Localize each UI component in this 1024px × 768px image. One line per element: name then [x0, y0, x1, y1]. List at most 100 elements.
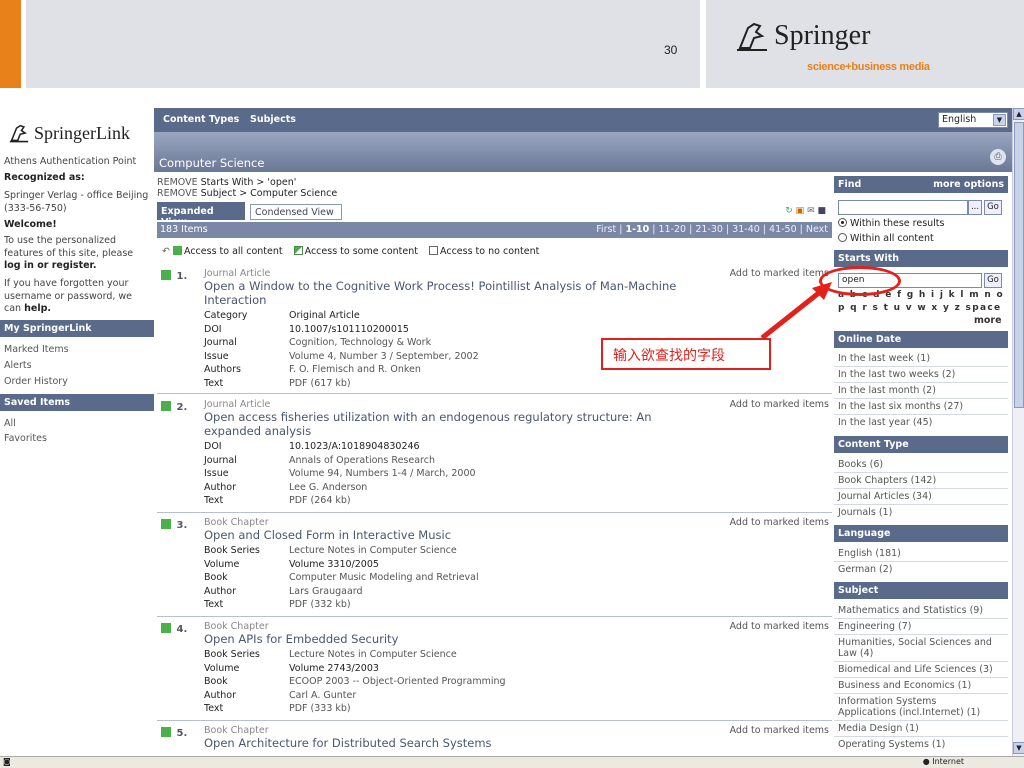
result-item-1: 1. Journal Article Open a Window to the …: [157, 268, 832, 394]
online-date-header: Online Date: [834, 331, 1008, 348]
language-filter-link[interactable]: English (181): [838, 548, 901, 559]
date-filter-link[interactable]: In the last six months (27): [838, 401, 963, 412]
result-type: Book Chapter: [204, 517, 269, 528]
authors-link[interactable]: Carl A. Gunter: [289, 690, 356, 701]
alerts-link[interactable]: Alerts: [4, 360, 32, 371]
chevron-down-icon[interactable]: ▼: [993, 114, 1006, 126]
springerlink-horse-icon: [9, 124, 29, 143]
issue-link[interactable]: Volume 94, Numbers 1-4 / March, 2000: [289, 468, 476, 479]
tab-expanded-view[interactable]: Expanded View: [157, 202, 245, 228]
nav-content-types[interactable]: Content Types: [163, 114, 239, 125]
header-panel-left: [26, 0, 700, 88]
date-filter-link[interactable]: In the last two weeks (2): [838, 369, 955, 380]
add-to-marked-link[interactable]: Add to marked items: [730, 621, 829, 632]
subject-filter-link[interactable]: Biomedical and Life Sciences (3): [838, 664, 993, 675]
saved-all-link[interactable]: All: [4, 418, 16, 429]
pdf-link[interactable]: PDF (332 kb): [289, 599, 351, 610]
subject-filter-link[interactable]: Operating Systems (1): [838, 739, 945, 750]
book-link[interactable]: ECOOP 2003 -- Object-Oriented Programmin…: [289, 676, 506, 687]
subject-filter-link[interactable]: Information Systems: [838, 696, 936, 707]
vertical-scrollbar[interactable]: ▲ ▼: [1012, 108, 1024, 758]
login-register-link[interactable]: log in or register.: [4, 260, 97, 271]
pdf-link[interactable]: PDF (333 kb): [289, 703, 351, 714]
pager-rest[interactable]: | 11-20 | 21-30 | 31-40 | 41-50 | Next: [652, 224, 828, 235]
email-icon[interactable]: ✉: [807, 206, 815, 216]
content-type-header: Content Type: [834, 436, 1008, 453]
result-title-link[interactable]: Open Architecture for Distributed Search…: [204, 736, 704, 751]
meta-key: Text: [204, 599, 224, 610]
result-title-link[interactable]: Open access fisheries utilization with a…: [204, 410, 704, 438]
nav-subjects[interactable]: Subjects: [250, 114, 296, 125]
result-title-link[interactable]: Open APIs for Embedded Security: [204, 632, 704, 647]
book-series-link[interactable]: Lecture Notes in Computer Science: [289, 649, 457, 660]
type-filter-link[interactable]: Books (6): [838, 459, 883, 470]
subject-filter-link[interactable]: Business and Economics (1): [838, 680, 971, 691]
remove-starts-with-link[interactable]: REMOVE: [157, 177, 198, 188]
pdf-link[interactable]: PDF (617 kb): [289, 378, 351, 389]
subject-filter-link[interactable]: Humanities, Social Sciences and: [838, 637, 992, 648]
result-title-link[interactable]: Open a Window to the Cognitive Work Proc…: [204, 279, 704, 307]
journal-link[interactable]: Annals of Operations Research: [289, 455, 435, 466]
subject-filter-link[interactable]: Law (4): [838, 648, 873, 659]
scroll-thumb[interactable]: [1014, 122, 1024, 408]
subject-filter-link[interactable]: Media Design (1): [838, 723, 919, 734]
starts-with-header: Starts With: [834, 250, 1008, 267]
save-icon[interactable]: ■: [817, 206, 826, 216]
pdf-link[interactable]: PDF (264 kb): [289, 495, 351, 506]
result-item-4: 4. Book Chapter Open APIs for Embedded S…: [157, 621, 832, 721]
pager-current: 1-10: [625, 224, 650, 235]
tab-condensed-view[interactable]: Condensed View: [250, 204, 342, 220]
subject-filter-link[interactable]: Applications (incl.Internet) (1): [838, 707, 980, 718]
starts-with-go-button[interactable]: Go: [984, 273, 1002, 288]
alphabet-row-2[interactable]: p q r s t u v w x y z space: [838, 303, 1001, 313]
saved-favorites-link[interactable]: Favorites: [4, 433, 47, 444]
divider: [834, 634, 1008, 635]
journal-link[interactable]: Cognition, Technology & Work: [289, 337, 431, 348]
find-input[interactable]: [838, 200, 968, 215]
type-filter-link[interactable]: Book Chapters (142): [838, 475, 936, 486]
within-these-label: Within these results: [850, 218, 945, 229]
result-number: 1.: [161, 270, 187, 282]
rss-icon[interactable]: ▣: [796, 206, 805, 216]
authors-link[interactable]: Lars Graugaard: [289, 586, 363, 597]
book-link[interactable]: Computer Music Modeling and Retrieval: [289, 572, 479, 583]
type-filter-link[interactable]: Journals (1): [838, 507, 892, 518]
subject-filter-link[interactable]: Mathematics and Statistics (9): [838, 605, 983, 616]
date-filter-link[interactable]: In the last month (2): [838, 385, 936, 396]
book-series-link[interactable]: Lecture Notes in Computer Science: [289, 545, 457, 556]
result-number-text: 4.: [176, 624, 188, 635]
pager-first[interactable]: First |: [596, 224, 622, 235]
add-to-marked-link[interactable]: Add to marked items: [730, 399, 829, 410]
scroll-down-icon[interactable]: ▼: [1013, 742, 1024, 754]
refresh-icon[interactable]: ↻: [785, 206, 793, 216]
browse-button[interactable]: ...: [968, 200, 982, 215]
help-link[interactable]: help.: [24, 303, 51, 314]
add-to-marked-link[interactable]: Add to marked items: [730, 725, 829, 736]
alphabet-more-link[interactable]: more: [974, 315, 1002, 326]
language-select[interactable]: English ▼: [938, 112, 1008, 128]
remove-subject-link[interactable]: REMOVE: [157, 188, 198, 199]
date-filter-link[interactable]: In the last year (45): [838, 417, 932, 428]
authors-link[interactable]: F. O. Flemisch and R. Onken: [289, 364, 421, 375]
add-to-marked-link[interactable]: Add to marked items: [730, 268, 829, 279]
print-icon[interactable]: ⎙: [990, 149, 1006, 165]
within-all-radio[interactable]: Within all content: [838, 233, 934, 244]
order-history-link[interactable]: Order History: [4, 376, 68, 387]
marked-items-link[interactable]: Marked Items: [4, 344, 69, 355]
subject-filter-link[interactable]: Engineering (7): [838, 621, 911, 632]
result-type: Book Chapter: [204, 725, 269, 736]
filter-starts-with-value: Starts With > 'open': [200, 177, 297, 188]
find-go-button[interactable]: Go: [984, 200, 1002, 215]
more-options-link[interactable]: more options: [933, 179, 1004, 190]
volume-value: Volume 2743/2003: [289, 662, 379, 674]
date-filter-link[interactable]: In the last week (1): [838, 353, 930, 364]
scroll-up-icon[interactable]: ▲: [1013, 108, 1024, 120]
add-to-marked-link[interactable]: Add to marked items: [730, 517, 829, 528]
result-title-link[interactable]: Open and Closed Form in Interactive Musi…: [204, 528, 704, 543]
springerlink-logo[interactable]: SpringerLink: [8, 120, 148, 150]
type-filter-link[interactable]: Journal Articles (34): [838, 491, 932, 502]
within-these-radio[interactable]: Within these results: [838, 218, 944, 229]
authors-link[interactable]: Lee G. Anderson: [289, 482, 367, 493]
language-filter-link[interactable]: German (2): [838, 564, 893, 575]
issue-link[interactable]: Volume 4, Number 3 / September, 2002: [289, 351, 479, 362]
